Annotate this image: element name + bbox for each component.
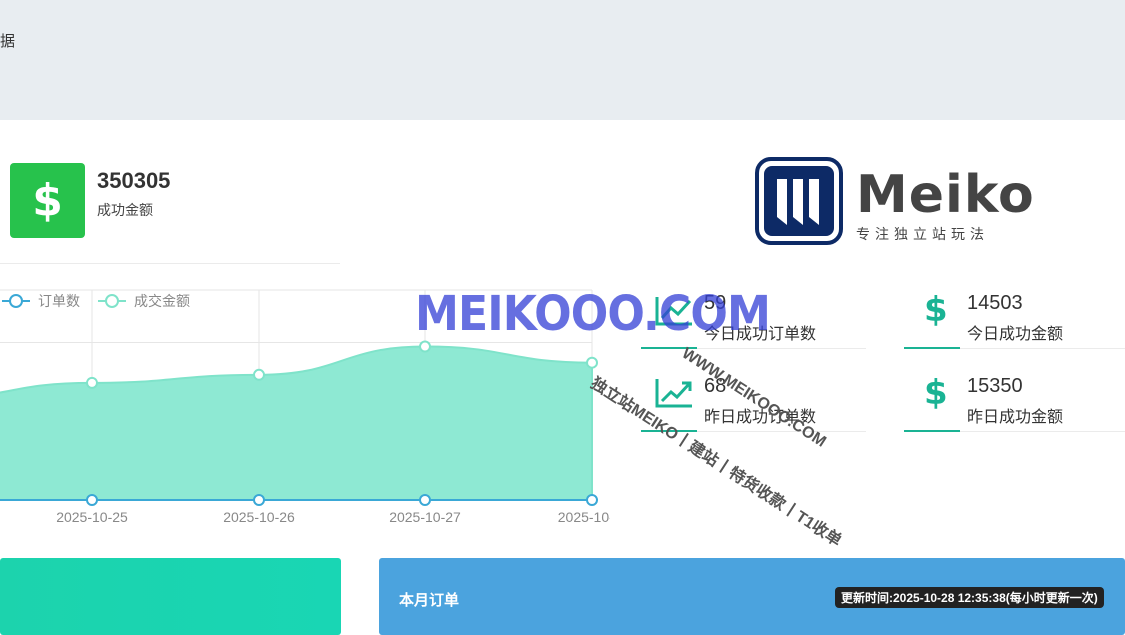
revenue-label: 成功金额: [97, 202, 153, 218]
amount-point: [419, 340, 431, 353]
dollar-icon: $: [924, 373, 948, 413]
top-header-bar: 据: [0, 0, 1125, 120]
series-amount-area: [0, 345, 593, 501]
legend-label: 成交金额: [134, 293, 190, 309]
orders-point: [253, 494, 265, 506]
today-amount-label: 今日成功金额: [967, 326, 1064, 343]
orders-point: [419, 494, 431, 506]
x-tick-label: 2025-10-26: [223, 509, 295, 525]
dollar-icon: $: [10, 163, 85, 238]
today-amount-value: 14503: [967, 292, 1023, 314]
legend-marker: [105, 294, 119, 308]
breadcrumb: 据: [0, 33, 16, 50]
summary-panel-green: [0, 558, 341, 635]
x-tick-label: 2025-10-25: [56, 509, 128, 525]
accent-bar: [904, 430, 960, 432]
legend-marker: [9, 294, 23, 308]
amount-point: [86, 376, 98, 389]
trend-up-icon: [655, 379, 692, 408]
x-tick-label: 2025-10-1(: [558, 509, 610, 525]
update-time-badge: 更新时间:2025-10-28 12:35:38(每小时更新一次): [835, 587, 1104, 608]
amount-point: [253, 368, 265, 381]
orders-point: [86, 494, 98, 506]
month-orders-title: 本月订单: [399, 592, 460, 609]
revenue-value: 350305: [97, 168, 171, 193]
accent-bar: [904, 347, 960, 349]
dollar-icon: $: [924, 290, 948, 330]
yesterday-amount-label: 昨日成功金额: [967, 409, 1064, 426]
yesterday-amount-value: 15350: [967, 375, 1023, 397]
logo-slogan: 专注独立站玩法: [856, 226, 989, 242]
orders-point: [586, 494, 598, 506]
amount-point: [586, 356, 598, 369]
x-tick-label: 2025-10-27: [389, 509, 461, 525]
watermark-site: MEIKOOO.COM: [415, 286, 771, 342]
logo-name: Meiko: [856, 165, 1035, 225]
divider: [0, 263, 340, 264]
legend-label: 订单数: [38, 293, 80, 309]
